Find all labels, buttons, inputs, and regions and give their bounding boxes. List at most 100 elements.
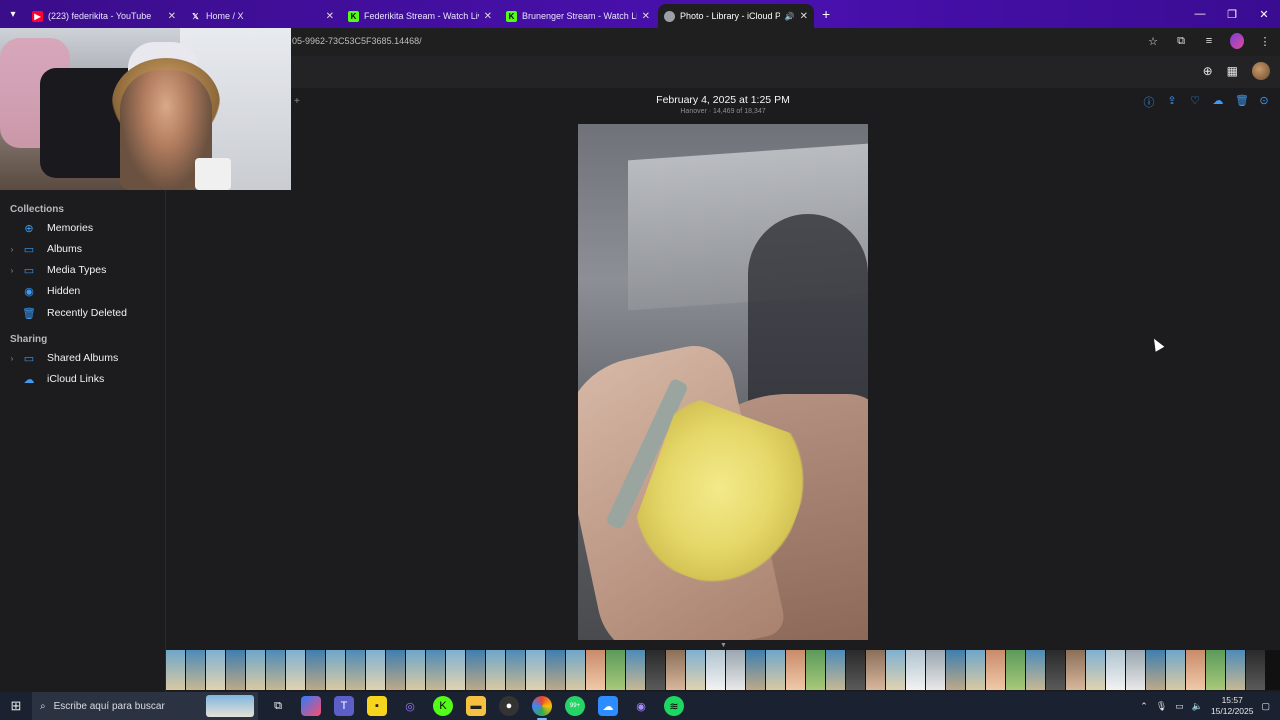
filmstrip-thumbnail[interactable] — [586, 650, 605, 690]
file-explorer-icon[interactable]: ▬ — [466, 696, 486, 716]
filmstrip-thumbnail[interactable] — [1066, 650, 1085, 690]
browser-menu-icon[interactable]: ⋮ — [1258, 33, 1272, 49]
filmstrip-thumbnail[interactable] — [466, 650, 485, 690]
filmstrip-thumbnail[interactable] — [706, 650, 725, 690]
close-tab-icon[interactable]: ✕ — [168, 11, 176, 22]
filmstrip[interactable] — [166, 650, 1280, 690]
recording-app-icon[interactable]: ● — [499, 696, 519, 716]
windows-start-icon[interactable]: ⊞ — [0, 692, 32, 720]
sidebar-item-icloud-links[interactable]: ☁ iCloud Links — [0, 369, 166, 389]
filmstrip-thumbnail[interactable] — [286, 650, 305, 690]
filmstrip-thumbnail[interactable] — [986, 650, 1005, 690]
more-icon[interactable]: ⊙ — [1258, 94, 1270, 110]
sticky-notes-icon[interactable]: ▪ — [367, 696, 387, 716]
taskbar-search[interactable]: ⌕ Escribe aquí para buscar — [32, 692, 258, 720]
photo-image[interactable] — [578, 124, 868, 640]
chevron-up-icon[interactable]: ⌃ — [1140, 701, 1148, 712]
microphone-icon[interactable]: 🎙 — [1156, 701, 1167, 712]
filmstrip-thumbnail[interactable] — [866, 650, 885, 690]
close-tab-icon[interactable]: ✕ — [800, 11, 808, 22]
filmstrip-thumbnail[interactable] — [326, 650, 345, 690]
minimize-icon[interactable]: — — [1184, 0, 1216, 28]
clock[interactable]: 15:57 15/12/2025 — [1211, 695, 1254, 717]
sidebar-item-memories[interactable]: ⊕ Memories — [0, 218, 166, 238]
filmstrip-thumbnail[interactable] — [746, 650, 765, 690]
task-view-icon[interactable]: ⧉ — [268, 696, 288, 716]
spotify-icon[interactable]: ≋ — [664, 696, 684, 716]
tab-search-chevron-icon[interactable]: ▾ — [0, 0, 26, 28]
filmstrip-thumbnail[interactable] — [346, 650, 365, 690]
tab-kick-brunenger[interactable]: K Brunenger Stream - Watch Live ✕ — [500, 4, 656, 28]
add-icon[interactable]: ⊕ — [1203, 64, 1213, 78]
close-tab-icon[interactable]: ✕ — [642, 11, 650, 22]
filmstrip-thumbnail[interactable] — [606, 650, 625, 690]
filmstrip-thumbnail[interactable] — [226, 650, 245, 690]
filmstrip-thumbnail[interactable] — [506, 650, 525, 690]
filmstrip-thumbnail[interactable] — [266, 650, 285, 690]
filmstrip-thumbnail[interactable] — [386, 650, 405, 690]
filmstrip-thumbnail[interactable] — [786, 650, 805, 690]
filmstrip-thumbnail[interactable] — [446, 650, 465, 690]
tab-x[interactable]: 𝕏 Home / X ✕ — [184, 4, 340, 28]
filmstrip-thumbnail[interactable] — [306, 650, 325, 690]
filmstrip-thumbnail[interactable] — [946, 650, 965, 690]
filmstrip-thumbnail[interactable] — [1106, 650, 1125, 690]
filmstrip-thumbnail[interactable] — [646, 650, 665, 690]
filmstrip-thumbnail[interactable] — [766, 650, 785, 690]
chevron-right-icon[interactable]: › — [6, 266, 18, 275]
cloud-app-icon[interactable]: ☁ — [598, 696, 618, 716]
sidebar-item-media-types[interactable]: › ▭ Media Types — [0, 260, 166, 280]
filmstrip-thumbnail[interactable] — [846, 650, 865, 690]
filmstrip-thumbnail[interactable] — [1246, 650, 1265, 690]
avatar[interactable] — [1252, 62, 1270, 80]
sidebar-item-recently-deleted[interactable]: 🗑 Recently Deleted — [0, 303, 166, 323]
filmstrip-thumbnail[interactable] — [686, 650, 705, 690]
chevron-right-icon[interactable]: › — [6, 245, 18, 254]
app-grid-icon[interactable]: ▦ — [1227, 64, 1238, 78]
filmstrip-thumbnail[interactable] — [906, 650, 925, 690]
filmstrip-thumbnail[interactable] — [426, 650, 445, 690]
sidebar-item-hidden[interactable]: ◉ Hidden — [0, 281, 166, 301]
speaker-icon[interactable]: 🔊 — [785, 12, 795, 21]
filmstrip-thumbnail[interactable] — [486, 650, 505, 690]
volume-icon[interactable]: 🔈 — [1192, 701, 1203, 712]
bookmark-star-icon[interactable]: ☆ — [1146, 33, 1160, 49]
filmstrip-thumbnail[interactable] — [526, 650, 545, 690]
notifications-icon[interactable]: ▢ — [1261, 701, 1270, 712]
restore-icon[interactable]: ❐ — [1216, 0, 1248, 28]
filmstrip-thumbnail[interactable] — [206, 650, 225, 690]
whatsapp-icon[interactable]: 99+ — [565, 696, 585, 716]
favorite-heart-icon[interactable]: ♡ — [1189, 94, 1201, 110]
teams-icon[interactable]: T — [334, 696, 354, 716]
obs-studio-icon[interactable]: ◉ — [631, 696, 651, 716]
url-text[interactable]: 05-9962-73C53C5F3685.14468/ — [292, 36, 422, 46]
filmstrip-thumbnail[interactable] — [626, 650, 645, 690]
filmstrip-thumbnail[interactable] — [406, 650, 425, 690]
close-tab-icon[interactable]: ✕ — [484, 11, 492, 22]
new-tab-button[interactable]: + — [822, 6, 830, 22]
filmstrip-thumbnail[interactable] — [566, 650, 585, 690]
delete-icon[interactable]: 🗑 — [1235, 94, 1249, 110]
profile-icon[interactable] — [1230, 33, 1244, 49]
tab-icloud-photos[interactable]: Photo - Library - iCloud Ph 🔊 ✕ — [658, 4, 814, 28]
filmstrip-thumbnail[interactable] — [886, 650, 905, 690]
sidebar-item-shared-albums[interactable]: › ▭ Shared Albums — [0, 348, 166, 368]
filmstrip-thumbnail[interactable] — [1006, 650, 1025, 690]
tab-youtube[interactable]: ▶ (223) federikita - YouTube ✕ — [26, 4, 182, 28]
filmstrip-thumbnail[interactable] — [546, 650, 565, 690]
close-tab-icon[interactable]: ✕ — [326, 11, 334, 22]
copilot-icon[interactable] — [301, 696, 321, 716]
filmstrip-thumbnail[interactable] — [1186, 650, 1205, 690]
filmstrip-thumbnail[interactable] — [1026, 650, 1045, 690]
filmstrip-thumbnail[interactable] — [1126, 650, 1145, 690]
media-control-icon[interactable]: ≡ — [1202, 33, 1216, 49]
chevron-right-icon[interactable]: › — [6, 354, 18, 363]
close-window-icon[interactable]: ✕ — [1248, 0, 1280, 28]
filmstrip-thumbnail[interactable] — [826, 650, 845, 690]
filmstrip-thumbnail[interactable] — [166, 650, 185, 690]
filmstrip-thumbnail[interactable] — [1226, 650, 1245, 690]
kick-app-icon[interactable]: K — [433, 696, 453, 716]
filmstrip-thumbnail[interactable] — [726, 650, 745, 690]
info-icon[interactable]: ⓘ — [1143, 94, 1155, 110]
network-icon[interactable]: ▭ — [1175, 701, 1184, 712]
